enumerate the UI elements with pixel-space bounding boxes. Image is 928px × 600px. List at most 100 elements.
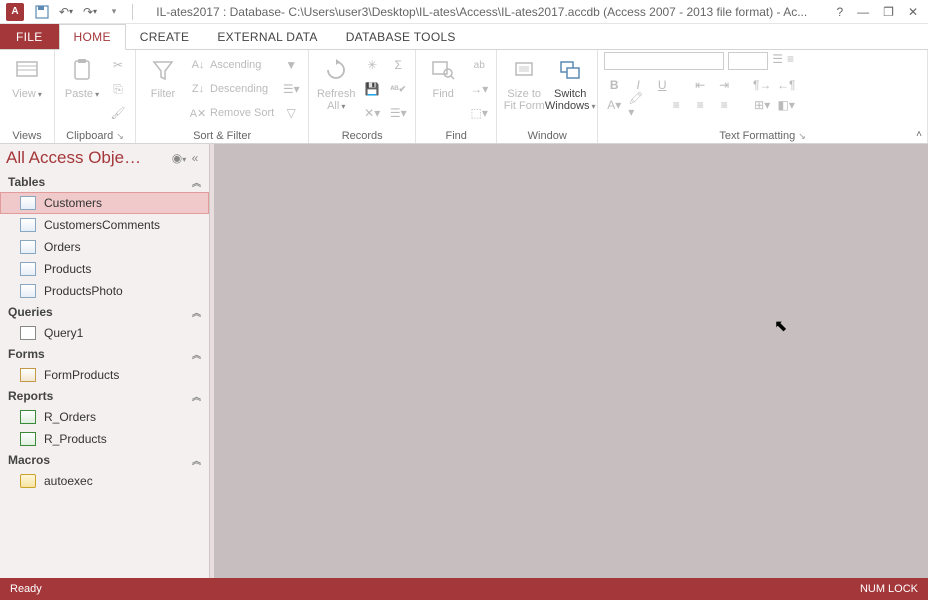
collapse-ribbon-button[interactable]: ˄ — [916, 129, 922, 140]
category-queries[interactable]: Queries︽ — [0, 302, 209, 322]
goto-icon: →▾ — [470, 82, 488, 96]
category-tables[interactable]: Tables︽ — [0, 172, 209, 192]
replace-button[interactable]: ab — [468, 54, 490, 76]
advanced-button[interactable]: ☰▾ — [280, 78, 302, 100]
find-button[interactable]: Find — [422, 52, 464, 100]
view-button[interactable]: View — [6, 52, 48, 100]
nav-menu-icon[interactable]: ◉▾ — [171, 151, 187, 165]
nav-item-products[interactable]: Products — [0, 258, 209, 280]
selection-button[interactable]: ▼ — [280, 54, 302, 76]
filter-button[interactable]: Filter — [142, 52, 184, 100]
nav-item-r-orders[interactable]: R_Orders — [0, 406, 209, 428]
underline-icon: U — [658, 78, 667, 92]
nav-item-orders[interactable]: Orders — [0, 236, 209, 258]
find-icon — [427, 54, 459, 86]
remove-sort-button[interactable]: A✕Remove Sort — [188, 102, 276, 124]
group-sortfilter-label: Sort & Filter — [142, 128, 302, 143]
more-button[interactable]: ☰▾ — [387, 102, 409, 124]
refresh-all-button[interactable]: Refresh All — [315, 52, 357, 112]
nav-item-productsphoto[interactable]: ProductsPhoto — [0, 280, 209, 302]
select-button[interactable]: ⬚▾ — [468, 102, 490, 124]
underline-button[interactable]: U — [652, 76, 672, 94]
increase-indent-button[interactable]: ⇥ — [714, 76, 734, 94]
group-clipboard: Paste ✂ ⎘ 🖌 Clipboard ↘ — [55, 50, 136, 143]
copy-button[interactable]: ⎘ — [107, 78, 129, 100]
spelling-button[interactable]: ᴬᴮ✔ — [387, 78, 409, 100]
minimize-button[interactable]: — — [857, 5, 869, 19]
nav-item-autoexec[interactable]: autoexec — [0, 470, 209, 492]
tab-external-data[interactable]: EXTERNAL DATA — [203, 24, 331, 49]
table-icon — [20, 262, 36, 276]
paste-button[interactable]: Paste — [61, 52, 103, 100]
query-icon — [20, 326, 36, 340]
tab-file[interactable]: FILE — [0, 24, 59, 49]
toggle-filter-button[interactable]: ▽ — [280, 102, 302, 124]
align-left-button[interactable]: ≡ — [666, 96, 686, 114]
help-button[interactable]: ? — [836, 5, 843, 19]
redo-icon[interactable]: ↷▾ — [82, 4, 98, 20]
font-name-combo[interactable] — [604, 52, 724, 70]
selection-icon: ▼ — [285, 58, 297, 72]
cut-button[interactable]: ✂ — [107, 54, 129, 76]
switch-windows-button[interactable]: Switch Windows — [549, 52, 591, 112]
size-to-fit-button[interactable]: Size to Fit Form — [503, 52, 545, 112]
format-painter-button[interactable]: 🖌 — [107, 102, 129, 124]
qat-customize-icon[interactable]: ▾ — [106, 4, 122, 20]
filter-label: Filter — [151, 88, 175, 100]
nav-item-customerscomments[interactable]: CustomersComments — [0, 214, 209, 236]
bullets-button[interactable]: ☰ — [772, 52, 783, 70]
tab-create[interactable]: CREATE — [126, 24, 204, 49]
nav-header[interactable]: All Access Obje… ◉▾ « — [0, 144, 209, 172]
align-right-button[interactable]: ≡ — [714, 96, 734, 114]
tab-home[interactable]: HOME — [59, 24, 126, 50]
separator — [132, 4, 133, 20]
ltr-button[interactable]: ¶→ — [752, 76, 772, 94]
nav-item-customers[interactable]: Customers — [0, 192, 209, 214]
group-views: View Views — [0, 50, 55, 143]
nav-item-query1[interactable]: Query1 — [0, 322, 209, 344]
title-bar: A ↶▾ ↷▾ ▾ IL-ates2017 : Database- C:\Use… — [0, 0, 928, 24]
sort-asc-icon: A↓ — [190, 57, 206, 73]
decrease-indent-button[interactable]: ⇤ — [690, 76, 710, 94]
form-icon — [20, 368, 36, 382]
nav-item-r-products[interactable]: R_Products — [0, 428, 209, 450]
window-title: IL-ates2017 : Database- C:\Users\user3\D… — [137, 5, 826, 19]
gridlines-icon: ⊞▾ — [754, 98, 770, 112]
undo-icon[interactable]: ↶▾ — [58, 4, 74, 20]
table-icon — [20, 284, 36, 298]
descending-button[interactable]: Z↓Descending — [188, 78, 276, 100]
category-reports[interactable]: Reports︽ — [0, 386, 209, 406]
gridlines-button[interactable]: ⊞▾ — [752, 96, 772, 114]
sigma-icon: Σ — [394, 58, 401, 72]
ascending-button[interactable]: A↓Ascending — [188, 54, 276, 76]
delete-record-button[interactable]: ✕▾ — [361, 102, 383, 124]
category-forms[interactable]: Forms︽ — [0, 344, 209, 364]
save-icon[interactable] — [34, 4, 50, 20]
font-color-button[interactable]: A▾ — [604, 96, 624, 114]
numbering-button[interactable]: ≡ — [787, 52, 794, 70]
chevron-up-icon: ˄ — [916, 129, 922, 140]
group-records: Refresh All ✳ 💾 ✕▾ Σ ᴬᴮ✔ ☰▾ Records — [309, 50, 416, 143]
nav-collapse-icon[interactable]: « — [187, 151, 203, 165]
bold-button[interactable]: B — [604, 76, 624, 94]
close-button[interactable]: ✕ — [908, 5, 918, 19]
group-views-label: Views — [6, 128, 48, 143]
refresh-label: Refresh All — [315, 88, 357, 112]
align-right-icon: ≡ — [721, 98, 728, 112]
paste-label: Paste — [65, 88, 99, 100]
fill-color-button[interactable]: ◧▾ — [776, 96, 796, 114]
status-bar: Ready NUM LOCK — [0, 578, 928, 600]
goto-button[interactable]: →▾ — [468, 78, 490, 100]
copy-icon: ⎘ — [113, 82, 123, 97]
nav-item-formproducts[interactable]: FormProducts — [0, 364, 209, 386]
restore-button[interactable]: ❐ — [883, 5, 894, 19]
save-record-button[interactable]: 💾 — [361, 78, 383, 100]
tab-database-tools[interactable]: DATABASE TOOLS — [332, 24, 470, 49]
rtl-button[interactable]: ←¶ — [776, 76, 796, 94]
new-record-button[interactable]: ✳ — [361, 54, 383, 76]
align-center-button[interactable]: ≡ — [690, 96, 710, 114]
highlight-button[interactable]: 🖍▾ — [628, 96, 648, 114]
totals-button[interactable]: Σ — [387, 54, 409, 76]
category-macros[interactable]: Macros︽ — [0, 450, 209, 470]
font-size-combo[interactable] — [728, 52, 768, 70]
